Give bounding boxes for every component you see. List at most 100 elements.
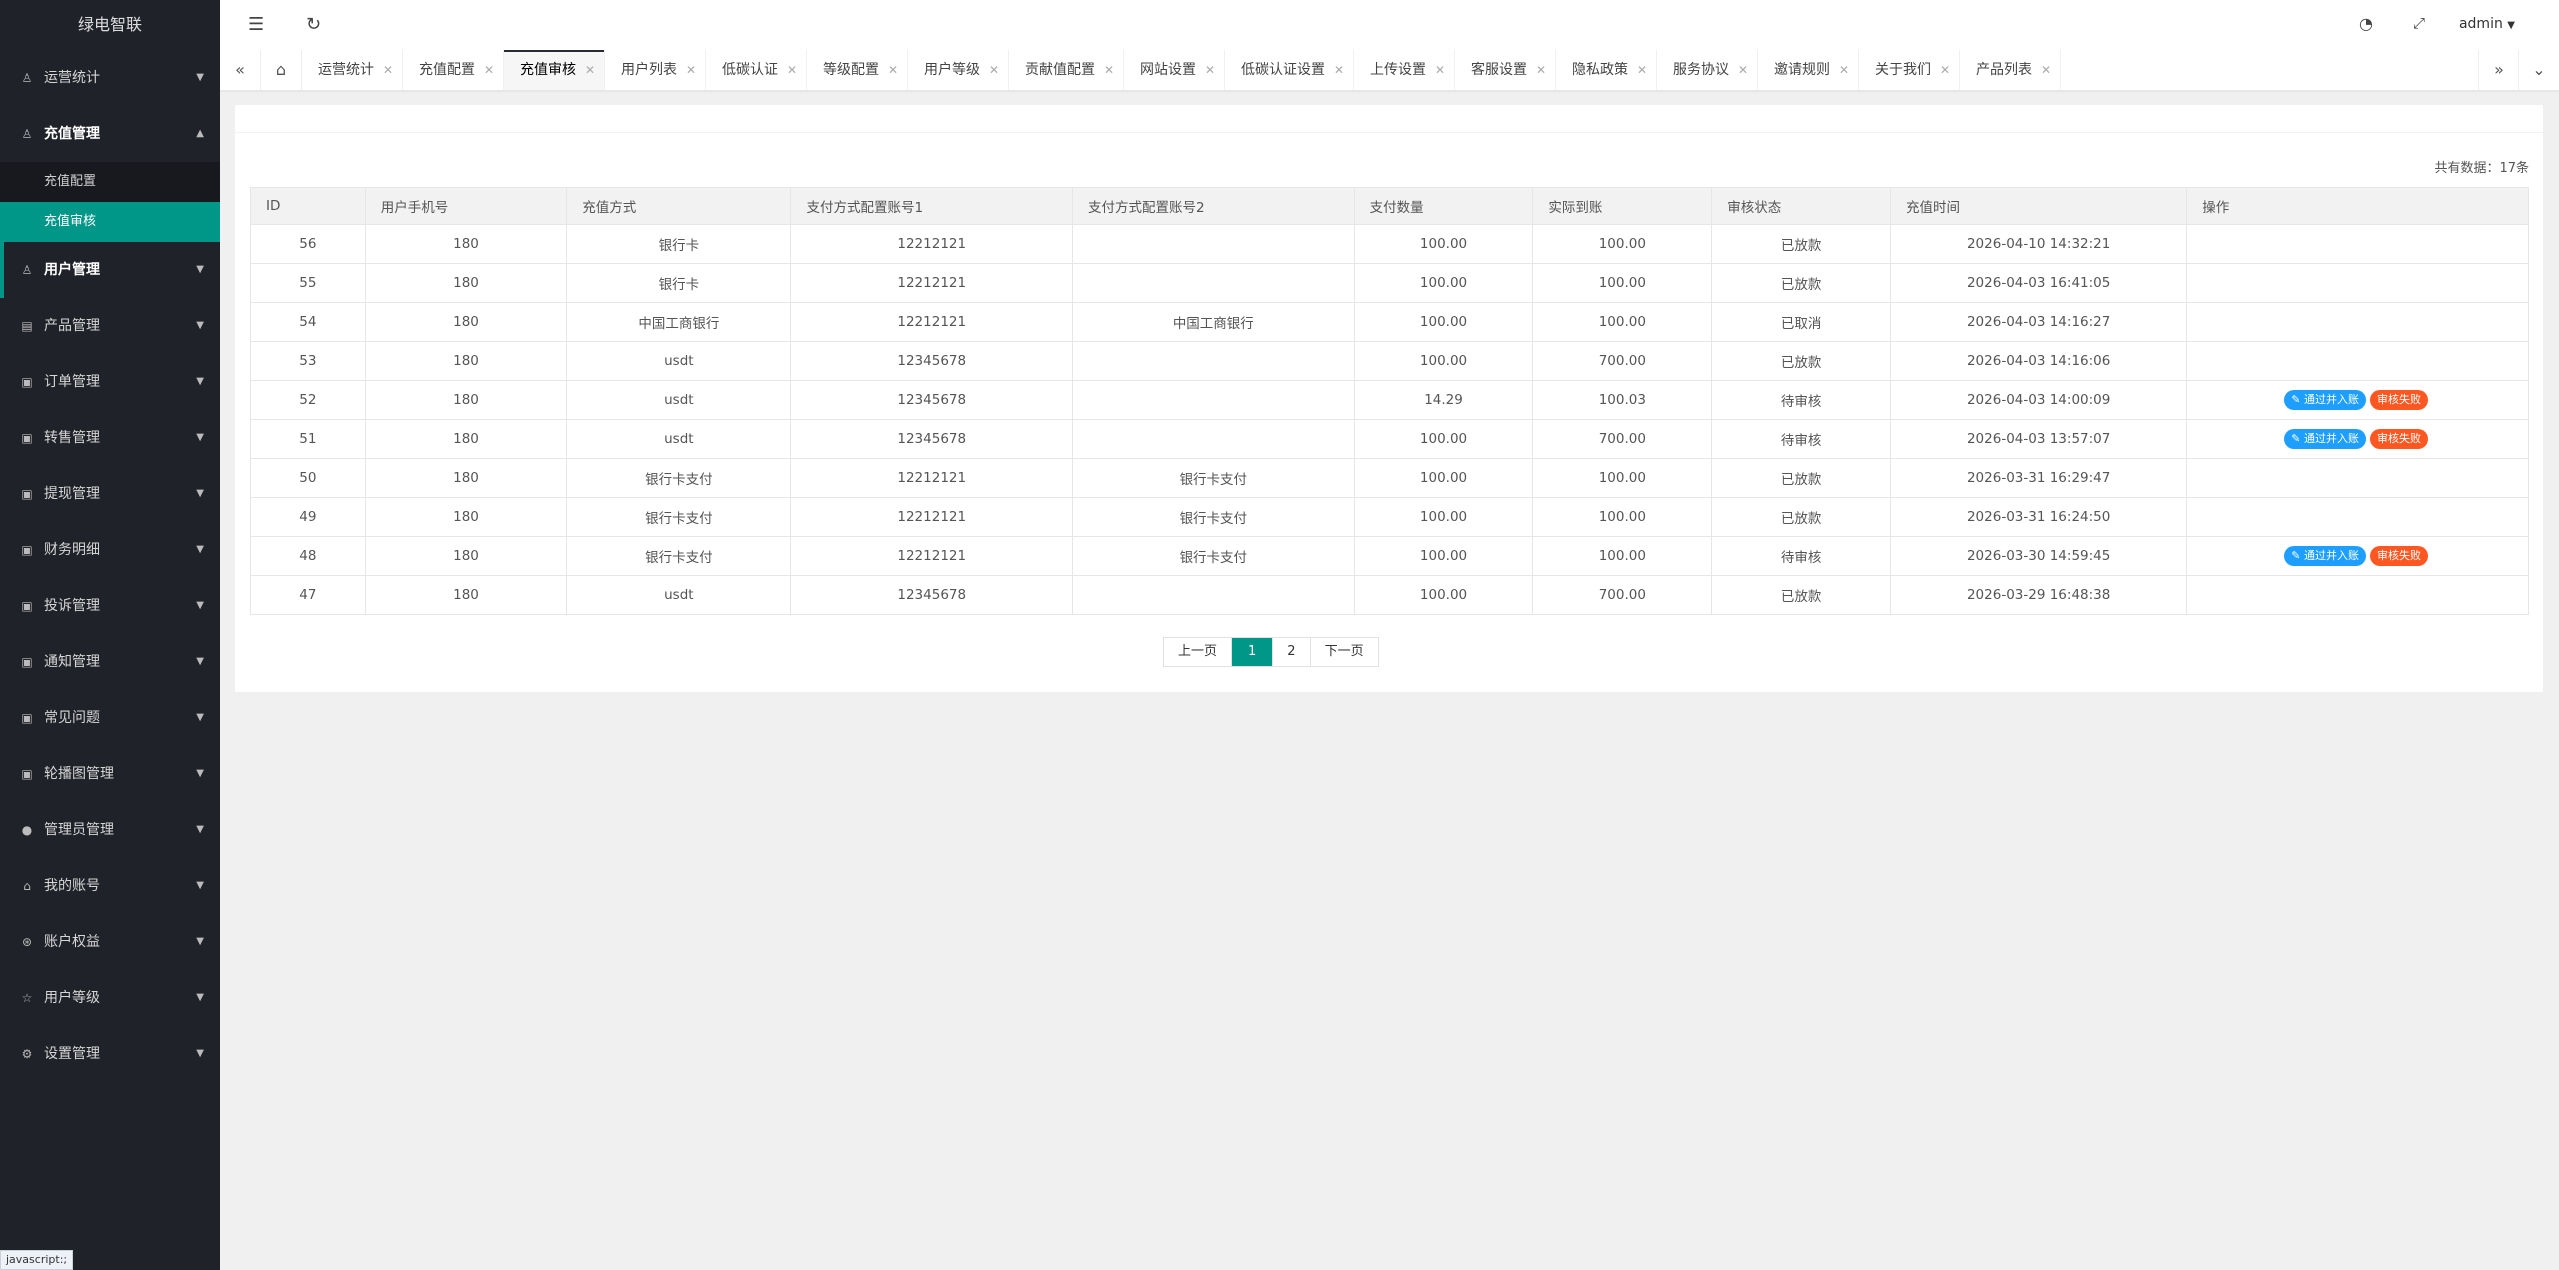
tab[interactable]: 隐私政策 ✕ xyxy=(1556,50,1657,90)
column-header: 操作 xyxy=(2186,187,2529,225)
cell-status: 待审核 xyxy=(1711,380,1892,420)
cell-acct1: 12212121 xyxy=(790,458,1074,498)
chevron-down-icon: ▼ xyxy=(196,936,204,947)
chevron-down-icon: ▼ xyxy=(196,712,204,723)
sidebar-item-label: 常见问题 xyxy=(44,710,100,726)
tab[interactable]: 网站设置 ✕ xyxy=(1124,50,1225,90)
sidebar-item[interactable]: ♙ 用户管理 ▼ xyxy=(0,242,220,298)
sidebar-item[interactable]: ⌂ 我的账号 ▼ xyxy=(0,858,220,914)
tab[interactable]: 用户等级 ✕ xyxy=(908,50,1009,90)
content-card: 共有数据：17条 ID 用户手机号 充值方式 支付方式配置账号1 支付方式配置账号2 支付… xyxy=(235,105,2543,692)
sidebar-item[interactable]: ▣ 投诉管理 ▼ xyxy=(0,578,220,634)
close-icon[interactable]: ✕ xyxy=(1205,50,1215,90)
fullscreen-icon[interactable]: ⤢ xyxy=(2413,14,2425,32)
sidebar-item[interactable]: ♙ 运营统计 ▼ xyxy=(0,50,220,106)
refresh-icon[interactable]: ↻ xyxy=(306,14,321,35)
theme-icon[interactable]: ◔ xyxy=(2359,14,2373,33)
tab[interactable]: 产品列表 ✕ xyxy=(1960,50,2061,90)
next-page-button[interactable]: 下一页 xyxy=(1310,638,1378,666)
tab[interactable]: 等级配置 ✕ xyxy=(807,50,908,90)
sidebar-item[interactable]: ♙ 充值管理 ▲ xyxy=(0,106,220,162)
sidebar-item[interactable]: ▣ 订单管理 ▼ xyxy=(0,354,220,410)
sidebar-subitem[interactable]: 充值配置 xyxy=(0,162,220,202)
sidebar-item[interactable]: ▤ 产品管理 ▼ xyxy=(0,298,220,354)
page-2-button[interactable]: 2 xyxy=(1273,638,1311,666)
cell-time: 2026-04-03 16:41:05 xyxy=(1890,263,2188,303)
cell-actions xyxy=(2186,224,2529,264)
sidebar-submenu: 充值配置 充值审核 xyxy=(0,162,220,242)
sidebar-item[interactable]: ▣ 财务明细 ▼ xyxy=(0,522,220,578)
recharge-review-table: ID 用户手机号 充值方式 支付方式配置账号1 支付方式配置账号2 支付数量 实际到账 审核状… xyxy=(250,187,2529,615)
tab[interactable]: 用户列表 ✕ xyxy=(605,50,706,90)
close-icon[interactable]: ✕ xyxy=(383,50,393,90)
tabs-more-icon[interactable]: ⌄ xyxy=(2518,50,2559,90)
close-icon[interactable]: ✕ xyxy=(484,50,494,90)
tab[interactable]: 客服设置 ✕ xyxy=(1455,50,1556,90)
app-logo-title: 绿电智联 xyxy=(77,15,142,34)
approve-button[interactable]: ✎ 通过并入账 xyxy=(2284,390,2366,410)
tab[interactable]: 邀请规则 ✕ xyxy=(1758,50,1859,90)
cell-method: 银行卡支付 xyxy=(566,536,792,576)
tab[interactable]: 贡献值配置 ✕ xyxy=(1009,50,1124,90)
close-icon[interactable]: ✕ xyxy=(1839,50,1849,90)
tab-label: 用户列表 xyxy=(621,62,677,78)
sidebar-item[interactable]: ☆ 用户等级 ▼ xyxy=(0,970,220,1026)
sidebar-subitem[interactable]: 充值审核 xyxy=(0,202,220,242)
cell-acct1: 12345678 xyxy=(790,419,1074,459)
close-icon[interactable]: ✕ xyxy=(787,50,797,90)
reject-button[interactable]: 审核失败 xyxy=(2370,546,2428,566)
tab[interactable]: 充值配置 ✕ xyxy=(403,50,504,90)
menu-collapse-icon[interactable]: ☰ xyxy=(248,14,264,35)
chevron-down-icon: ▼ xyxy=(196,1048,204,1059)
approve-button[interactable]: ✎ 通过并入账 xyxy=(2284,546,2366,566)
cell-acct2 xyxy=(1072,419,1355,459)
close-icon[interactable]: ✕ xyxy=(1435,50,1445,90)
reject-button[interactable]: 审核失败 xyxy=(2370,390,2428,410)
sidebar-item[interactable]: ▣ 提现管理 ▼ xyxy=(0,466,220,522)
tab[interactable]: 服务协议 ✕ xyxy=(1657,50,1758,90)
cell-actions: ✎ 通过并入账 审核失败 xyxy=(2186,419,2529,459)
sidebar-item[interactable]: ▣ 转售管理 ▼ xyxy=(0,410,220,466)
close-icon[interactable]: ✕ xyxy=(989,50,999,90)
close-icon[interactable]: ✕ xyxy=(1637,50,1647,90)
cell-phone: 180 xyxy=(364,380,568,420)
close-icon[interactable]: ✕ xyxy=(1738,50,1748,90)
close-icon[interactable]: ✕ xyxy=(1940,50,1950,90)
cell-acct1: 12345678 xyxy=(790,575,1074,615)
tab[interactable]: 关于我们 ✕ xyxy=(1859,50,1960,90)
close-icon[interactable]: ✕ xyxy=(2041,50,2051,90)
cell-method: 银行卡支付 xyxy=(566,497,792,537)
tab[interactable]: 运营统计 ✕ xyxy=(302,50,403,90)
close-icon[interactable]: ✕ xyxy=(1104,50,1114,90)
sidebar-item-label: 通知管理 xyxy=(44,654,100,670)
close-icon[interactable]: ✕ xyxy=(1334,50,1344,90)
sidebar-item[interactable]: ▣ 通知管理 ▼ xyxy=(0,634,220,690)
tabs-scroll-right-icon[interactable]: » xyxy=(2478,50,2519,90)
sidebar-item[interactable]: ⊛ 账户权益 ▼ xyxy=(0,914,220,970)
tabs-scroll-left-icon[interactable]: « xyxy=(220,50,261,90)
close-icon[interactable]: ✕ xyxy=(585,50,595,90)
close-icon[interactable]: ✕ xyxy=(1536,50,1546,90)
user-icon: ♙ xyxy=(21,71,33,85)
cell-status: 已放款 xyxy=(1711,458,1892,498)
prev-page-button[interactable]: 上一页 xyxy=(1164,638,1233,666)
page-1-button[interactable]: 1 xyxy=(1232,638,1274,666)
approve-button[interactable]: ✎ 通过并入账 xyxy=(2284,429,2366,449)
chevron-down-icon: ▼ xyxy=(196,432,204,443)
sidebar-item-label: 充值管理 xyxy=(44,126,100,142)
cell-id: 54 xyxy=(250,302,366,342)
tab[interactable]: 低碳认证 ✕ xyxy=(706,50,807,90)
sidebar-item[interactable]: ▣ 轮播图管理 ▼ xyxy=(0,746,220,802)
tab[interactable]: 低碳认证设置 ✕ xyxy=(1225,50,1354,90)
sidebar-item[interactable]: ▣ 常见问题 ▼ xyxy=(0,690,220,746)
sidebar-item[interactable]: ● 管理员管理 ▼ xyxy=(0,802,220,858)
home-tab-icon[interactable]: ⌂ xyxy=(261,50,302,90)
reject-button[interactable]: 审核失败 xyxy=(2370,429,2428,449)
cell-acct2: 中国工商银行 xyxy=(1072,302,1355,342)
tab[interactable]: 充值审核 ✕ xyxy=(504,50,605,90)
tab[interactable]: 上传设置 ✕ xyxy=(1354,50,1455,90)
close-icon[interactable]: ✕ xyxy=(888,50,898,90)
close-icon[interactable]: ✕ xyxy=(686,50,696,90)
admin-user-menu[interactable]: admin ▼ xyxy=(2459,16,2515,32)
sidebar-item[interactable]: ⚙ 设置管理 ▼ xyxy=(0,1026,220,1082)
